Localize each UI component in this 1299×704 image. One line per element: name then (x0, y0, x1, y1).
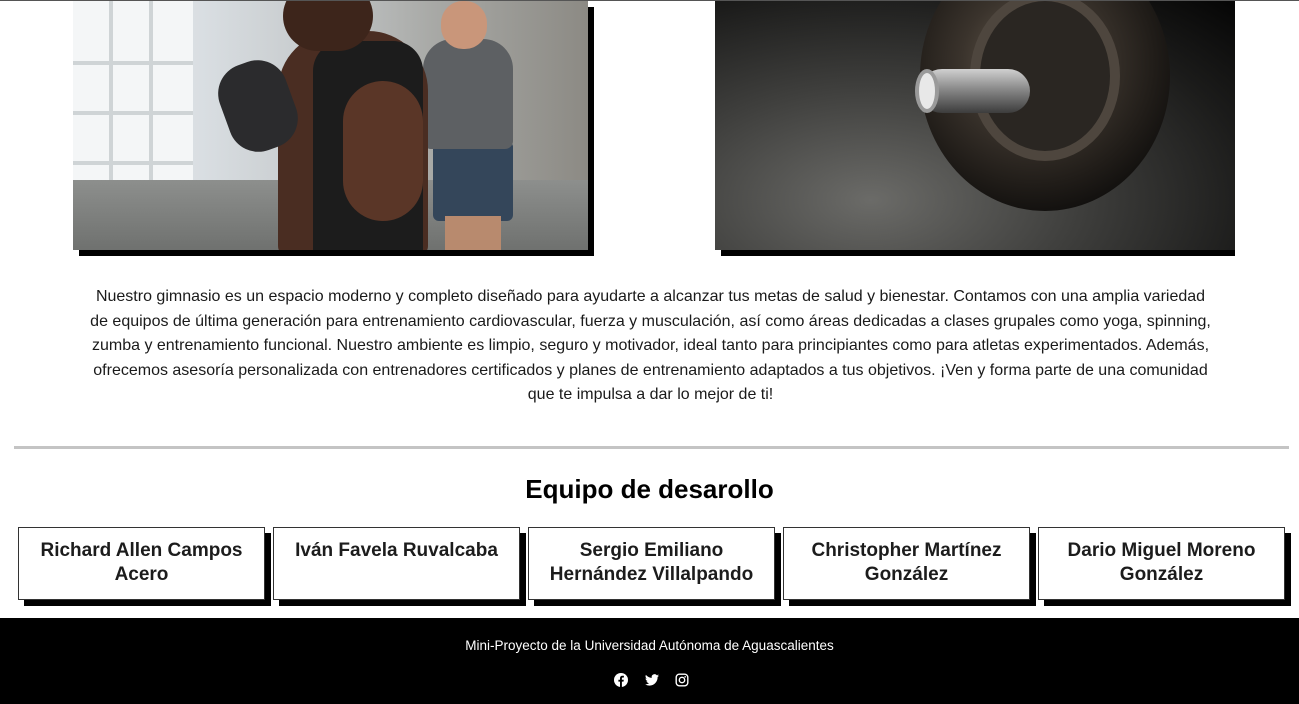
athlete-arm (343, 81, 423, 221)
team-member-name: Richard Allen Campos Acero (40, 540, 243, 585)
team-member-card: Christopher Martínez González (783, 527, 1030, 600)
trainer-shorts (433, 141, 513, 221)
team-member-name: Iván Favela Ruvalcaba (295, 540, 498, 561)
team-member-name: Christopher Martínez González (811, 540, 1002, 585)
facebook-icon (614, 673, 628, 687)
gym-photo-weight-plate (715, 1, 1235, 250)
section-divider (14, 446, 1289, 449)
trainer-shirt (423, 39, 513, 149)
footer-text: Mini-Proyecto de la Universidad Autónoma… (465, 638, 834, 653)
gym-photo-dumbbell-curl (73, 1, 588, 250)
instagram-link[interactable] (674, 672, 690, 688)
team-member-card: Richard Allen Campos Acero (18, 527, 265, 600)
team-member-name: Dario Miguel Moreno González (1067, 540, 1256, 585)
twitter-icon (645, 674, 659, 686)
facebook-link[interactable] (613, 672, 629, 688)
barbell-end (915, 69, 939, 113)
footer: Mini-Proyecto de la Universidad Autónoma… (0, 618, 1299, 704)
twitter-link[interactable] (644, 672, 660, 688)
team-member-name: Sergio Emiliano Hernández Villalpando (549, 540, 754, 585)
team-member-card: Sergio Emiliano Hernández Villalpando (528, 527, 775, 600)
gym-description: Nuestro gimnasio es un espacio moderno y… (90, 288, 1211, 404)
instagram-icon (675, 673, 689, 687)
trainer-head (441, 1, 487, 49)
team-member-card: Iván Favela Ruvalcaba (273, 527, 520, 600)
athlete-head (283, 1, 373, 51)
team-member-card: Dario Miguel Moreno González (1038, 527, 1285, 600)
team-title: Equipo de desarollo (525, 474, 774, 504)
trainer-legs (445, 216, 501, 250)
